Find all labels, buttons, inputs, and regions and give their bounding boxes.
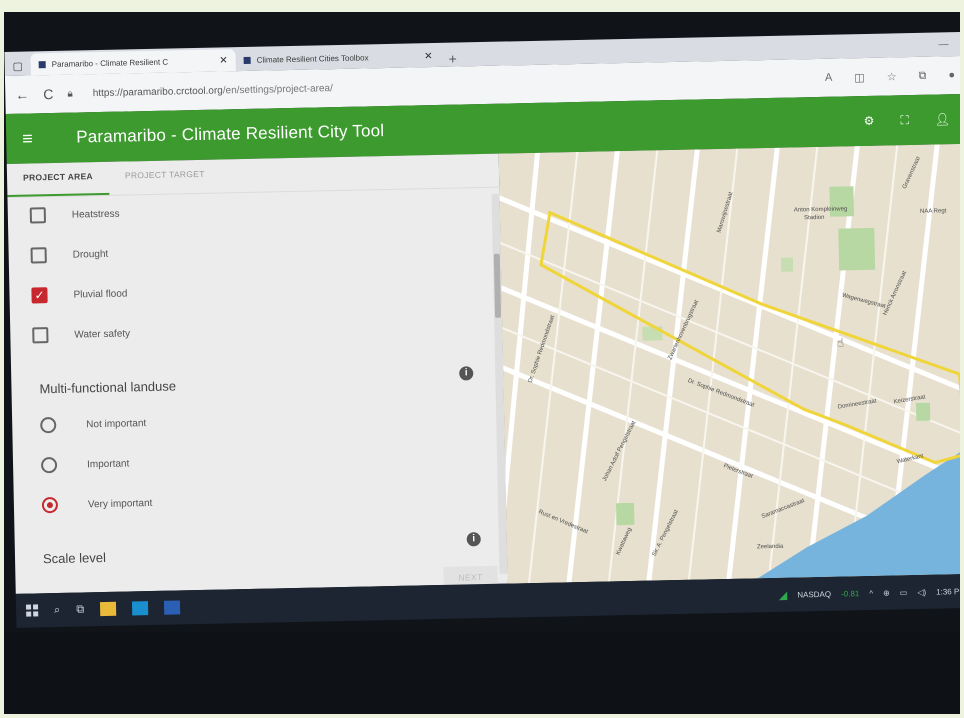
clock[interactable]: 1:36 PM xyxy=(936,586,960,596)
photo-frame-right xyxy=(960,0,964,718)
stock-trend-icon: ◢ xyxy=(778,589,788,602)
tab-title: Climate Resilient Cities Toolbox xyxy=(256,52,369,65)
checkbox-row-water-safety[interactable]: Water safety xyxy=(32,325,131,344)
minimize-icon[interactable]: — xyxy=(938,39,948,50)
map-view[interactable]: Anton Kompleinweg Stadion Dr. Sophie Red… xyxy=(498,143,960,584)
lock-icon: 🔒︎ xyxy=(67,88,73,100)
scale-level-title: Scale level xyxy=(42,549,107,567)
window-menu-icon[interactable]: ▢ xyxy=(5,55,31,76)
system-tray: ◢ NASDAQ -0.81 ^ ⊕ ▭ ◁) 1:36 PM xyxy=(779,584,960,601)
task-view-icon[interactable]: ⧉ xyxy=(76,603,84,616)
split-screen-icon[interactable]: ◫ xyxy=(854,70,865,83)
map-park xyxy=(780,257,794,272)
volume-icon[interactable]: ◁) xyxy=(917,587,926,596)
checkbox-label: Heatstress xyxy=(71,208,120,221)
windows-start-icon[interactable] xyxy=(25,604,39,617)
tab-close-icon[interactable]: ✕ xyxy=(219,55,228,66)
settings-panel: PROJECT AREA PROJECT TARGET Heatstress D… xyxy=(6,153,508,594)
tab-project-area[interactable]: PROJECT AREA xyxy=(6,170,110,197)
info-icon[interactable]: i xyxy=(466,532,481,547)
photo-frame-bottom xyxy=(0,714,964,718)
url-host: https://paramaribo.crctool.org xyxy=(92,84,223,99)
header-actions: ⚙ ⛶ 👤︎ xyxy=(863,112,950,129)
map-park xyxy=(915,402,931,421)
info-icon[interactable]: i xyxy=(459,366,474,381)
url-path: /en/settings/project-area/ xyxy=(222,82,333,96)
important-radio[interactable] xyxy=(40,456,58,474)
stock-change: -0.81 xyxy=(840,588,860,599)
tab-title: Paramaribo - Climate Resilient C xyxy=(51,57,169,69)
edge-browser-icon[interactable] xyxy=(131,601,149,616)
heatstress-checkbox[interactable] xyxy=(29,207,47,224)
settings-icon[interactable]: ⚙ xyxy=(863,113,874,128)
tab-close-icon[interactable]: ✕ xyxy=(424,51,433,62)
drought-checkbox[interactable] xyxy=(30,247,47,264)
radio-label: Not important xyxy=(86,417,147,430)
map-park xyxy=(838,227,876,271)
back-icon[interactable]: ← xyxy=(15,86,29,102)
app-title: Paramaribo - Climate Resilient City Tool xyxy=(76,121,385,147)
tray-chevron-icon[interactable]: ^ xyxy=(869,588,873,597)
checkbox-row-drought[interactable]: Drought xyxy=(30,246,109,264)
pluvial-flood-checkbox[interactable]: ✓ xyxy=(31,287,48,304)
monitor-screen: ▢ Paramaribo - Climate Resilient C ✕ Cli… xyxy=(4,12,960,714)
word-app-icon[interactable] xyxy=(163,600,181,615)
favorites-star-icon[interactable]: ☆ xyxy=(887,70,897,83)
not-important-radio[interactable] xyxy=(40,416,57,434)
new-tab-icon[interactable]: + xyxy=(440,50,465,67)
stock-ticker[interactable]: NASDAQ xyxy=(797,589,831,599)
very-important-radio[interactable] xyxy=(41,496,59,514)
tab-project-target[interactable]: PROJECT TARGET xyxy=(109,168,221,194)
profile-icon[interactable]: ● xyxy=(948,69,955,82)
svg-text:NAA Regt: NAA Regt xyxy=(920,208,947,215)
browser-toolbar-icons: A ◫ ☆ ⧉ ● xyxy=(825,69,955,85)
checkbox-row-heatstress[interactable]: Heatstress xyxy=(29,206,120,224)
map-canvas[interactable]: Anton Kompleinweg Stadion Dr. Sophie Red… xyxy=(498,143,960,584)
desktop-display: ▢ Paramaribo - Climate Resilient C ✕ Cli… xyxy=(4,12,960,632)
tab-favicon-icon xyxy=(38,60,46,68)
network-icon[interactable]: ⊕ xyxy=(883,588,890,597)
checkbox-label: Pluvial flood xyxy=(73,287,128,301)
url-field[interactable]: https://paramaribo.crctool.org/en/settin… xyxy=(93,83,333,99)
checkbox-row-pluvial-flood[interactable]: ✓ Pluvial flood xyxy=(31,285,128,304)
photo-frame-top xyxy=(0,0,964,12)
battery-icon[interactable]: ▭ xyxy=(900,588,908,597)
radio-row-very-important[interactable]: Very important xyxy=(41,495,153,514)
search-icon[interactable]: ⌕ xyxy=(54,603,60,616)
read-aloud-icon[interactable]: A xyxy=(825,71,833,84)
hand-cursor-icon: ☝ xyxy=(837,335,845,349)
checkbox-label: Water safety xyxy=(74,327,131,341)
radio-label: Important xyxy=(86,457,130,470)
desk-below-screen xyxy=(4,632,960,714)
svg-text:Anton Kompleinweg: Anton Kompleinweg xyxy=(794,206,847,213)
map-park xyxy=(616,502,635,526)
svg-text:Zeelandia: Zeelandia xyxy=(757,544,784,551)
water-safety-checkbox[interactable] xyxy=(32,327,49,344)
refresh-icon[interactable]: C xyxy=(43,86,53,102)
multifunctional-landuse-title: Multi-functional landuse xyxy=(39,378,177,397)
checkbox-label: Drought xyxy=(72,248,109,261)
radio-row-important[interactable]: Important xyxy=(40,455,130,474)
svg-text:Stadion: Stadion xyxy=(804,215,824,221)
collections-icon[interactable]: ⧉ xyxy=(918,69,926,82)
radio-row-not-important[interactable]: Not important xyxy=(40,415,147,434)
tab-favicon-icon xyxy=(243,56,251,64)
radio-label: Very important xyxy=(87,497,153,510)
menu-icon[interactable]: ≡ xyxy=(22,127,60,149)
account-icon[interactable]: 👤︎ xyxy=(935,112,951,127)
fullscreen-icon[interactable]: ⛶ xyxy=(900,113,909,128)
file-explorer-icon[interactable] xyxy=(99,601,117,617)
